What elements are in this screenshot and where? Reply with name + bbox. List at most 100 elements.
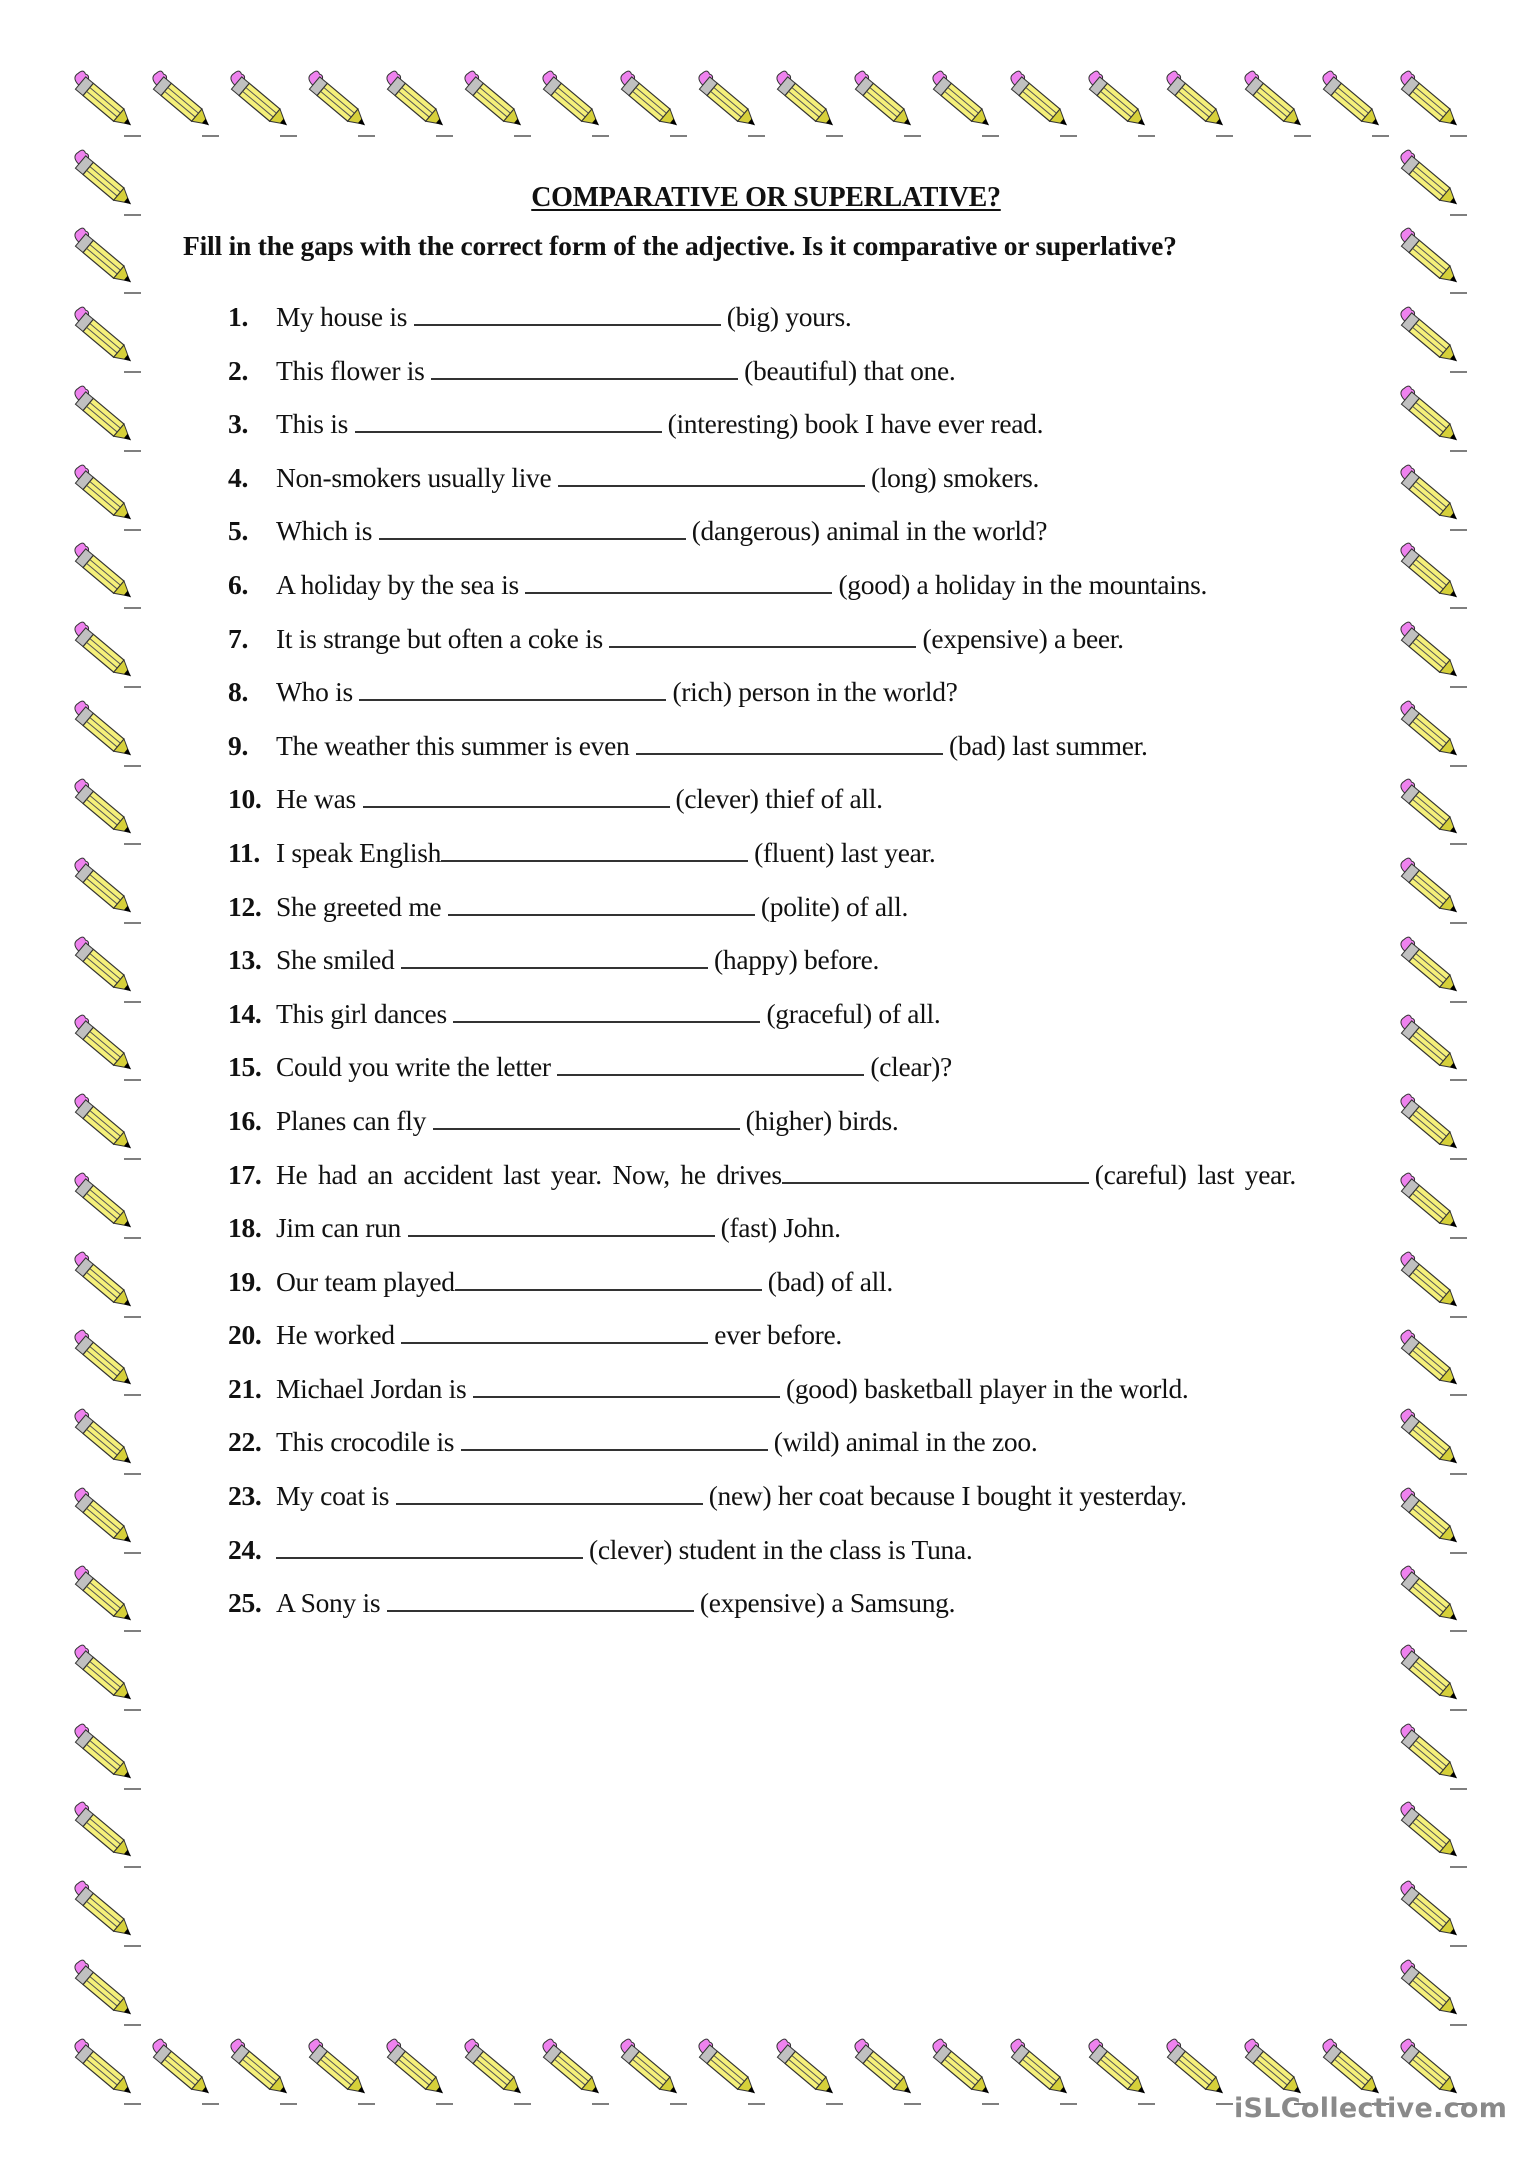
answer-blank[interactable] [359,679,667,702]
pencil-icon [1388,1008,1468,1082]
sentence-end: (happy) before. [714,944,880,976]
sentence-start: He had an accident last year. Now, he dr… [276,1158,782,1190]
pencil-icon [842,2032,922,2106]
answer-blank[interactable] [386,1590,694,1613]
sentence-end: (expensive) a Samsung. [699,1587,956,1619]
sentence-end: (clever) student in the class is Tuna. [589,1533,973,1565]
sentence-end: (bad) of all. [767,1265,893,1297]
item-sentence: Planes can fly (higher) birds. [276,1094,1358,1148]
pencil-icon [1076,2032,1156,2106]
exercise-item: 18. Jim can run (fast) John. [228,1201,1358,1255]
pencil-icon [62,536,142,610]
sentence-end: (clear)? [870,1051,952,1083]
exercise-item: 4. Non-smokers usually live (long) smoker… [228,451,1358,505]
pencil-icon [1388,1559,1468,1633]
answer-blank[interactable] [454,1269,762,1291]
exercise-item: 8. Who is (rich) person in the world? [228,665,1358,719]
answer-blank[interactable] [557,1054,865,1077]
pencil-icon [1388,1245,1468,1319]
answer-blank[interactable] [401,947,709,970]
pencil-icon [62,772,142,846]
item-number: 18. [228,1212,262,1244]
exercise-item: 1. My house is (big) yours. [228,290,1358,344]
pencil-icon [62,615,142,689]
answer-blank[interactable] [276,1537,583,1559]
pencil-icon [218,2032,298,2106]
exercise-item: 21. Michael Jordan is (good) basketball p… [228,1362,1358,1416]
pencil-icon [1388,851,1468,925]
item-sentence: He worked ever before. [276,1308,1358,1362]
answer-blank[interactable] [557,465,865,487]
answer-blank[interactable] [401,1322,709,1345]
pencil-icon [1388,615,1468,689]
pencil-icon [62,1874,142,1948]
pencil-icon [530,64,610,138]
item-sentence: Our team played (bad) of all. [276,1255,1358,1309]
answer-blank[interactable] [441,840,749,862]
sentence-start: The weather this summer is even [276,729,630,761]
exercise-item: 10. He was (clever) thief of all. [228,772,1358,826]
sentence-start: This flower is [276,354,425,386]
answer-blank[interactable] [395,1483,703,1506]
item-number: 8. [228,676,249,708]
instructions: Fill in the gaps with the correct form o… [183,230,1177,261]
answer-blank[interactable] [609,626,917,648]
pencil-icon [62,1717,142,1791]
pencil-icon [62,1402,142,1476]
exercise-item: 2. This flower is (beautiful) that one. [228,344,1358,398]
answer-blank[interactable] [354,411,662,434]
item-sentence: He had an accident last year. Now, he dr… [276,1148,1358,1202]
answer-blank[interactable] [432,1108,740,1130]
pencil-icon [1388,1166,1468,1240]
pencil-icon [62,1953,142,2027]
item-sentence: He was (clever) thief of all. [276,772,1358,826]
answer-blank[interactable] [525,572,833,594]
item-sentence: I speak English (fluent) last year. [276,826,1358,880]
sentence-start: Which is [276,515,373,547]
pencil-icon [1388,300,1468,374]
answer-blank[interactable] [636,733,944,755]
pencil-icon [62,1087,142,1161]
item-number: 13. [228,944,262,976]
answer-blank[interactable] [362,786,670,809]
sentence-start: My coat is [276,1480,390,1512]
sentence-end: (interesting) book I have ever read. [667,408,1044,440]
pencil-icon [62,1323,142,1397]
item-sentence: It is strange but often a coke is (expen… [276,612,1358,666]
sentence-start: Non-smokers usually live [276,461,552,493]
item-sentence: This girl dances (graceful) of all. [276,987,1358,1041]
item-number: 16. [228,1104,262,1136]
answer-blank[interactable] [781,1162,1089,1184]
exercise-item: 11. I speak English (fluent) last year. [228,826,1358,880]
sentence-start: Planes can fly [276,1104,427,1136]
sentence-end: (careful) last year. [1094,1158,1297,1190]
exercise-item: 25. A Sony is (expensive) a Samsung. [228,1576,1358,1630]
sentence-end: (wild) animal in the zoo. [773,1426,1038,1458]
exercise-item: 23. My coat is (new) her coat because I b… [228,1469,1358,1523]
sentence-end: (dangerous) animal in the world? [691,515,1048,547]
pencil-icon [998,2032,1078,2106]
item-sentence: Non-smokers usually live (long) smokers. [276,451,1358,505]
answer-blank[interactable] [378,518,686,541]
sentence-end: (rich) person in the world? [672,676,958,708]
sentence-start: She smiled [276,944,395,976]
item-number: 19. [228,1265,262,1297]
answer-blank[interactable] [460,1429,768,1452]
answer-blank[interactable] [431,358,739,380]
pencil-icon [62,221,142,295]
answer-blank[interactable] [413,304,721,326]
item-number: 17. [228,1158,262,1190]
pencil-icon [1388,1953,1468,2027]
answer-blank[interactable] [407,1215,715,1238]
item-number: 23. [228,1480,262,1512]
item-number: 9. [228,729,249,761]
item-number: 14. [228,997,262,1029]
pencil-icon [62,930,142,1004]
answer-blank[interactable] [473,1376,780,1398]
exercise-list: 1. My house is (big) yours. 2. This flower … [228,290,1358,1630]
answer-blank[interactable] [447,894,755,916]
item-sentence: Which is (dangerous) animal in the world… [276,504,1358,558]
exercise-item: 20. He worked ever before. [228,1308,1358,1362]
answer-blank[interactable] [453,1001,761,1023]
sentence-start: Jim can run [276,1212,402,1244]
